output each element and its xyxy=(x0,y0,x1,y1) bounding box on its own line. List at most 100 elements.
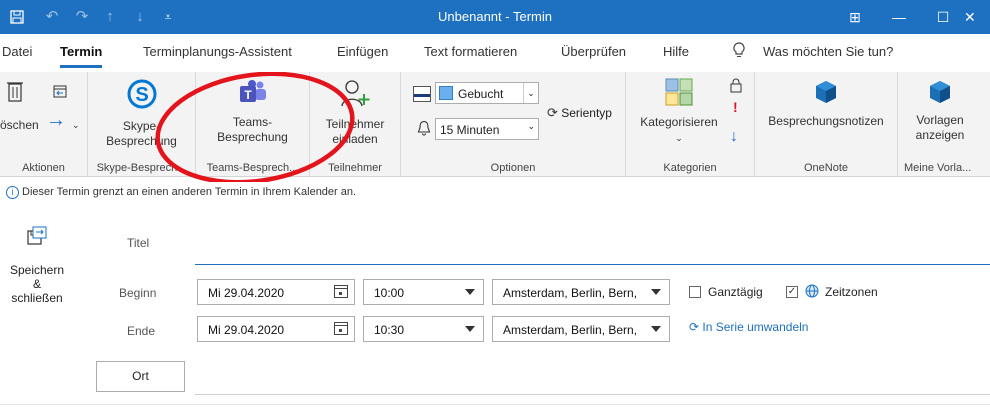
info-message: Dieser Termin grenzt an einen anderen Te… xyxy=(22,186,357,198)
tab-hilfe[interactable]: Hilfe xyxy=(663,44,689,59)
location-button[interactable]: Ort xyxy=(96,361,185,392)
lock-icon[interactable] xyxy=(730,78,742,96)
start-time-field[interactable]: 10:00 xyxy=(363,279,484,305)
tab-datei[interactable]: Datei xyxy=(2,44,32,59)
make-recurring-label: In Serie umwandeln xyxy=(702,320,809,334)
bell-icon xyxy=(417,120,431,139)
skype-icon: S xyxy=(88,78,195,114)
group-label-kategorien: Kategorien xyxy=(663,162,717,174)
svg-text:T: T xyxy=(244,88,252,102)
templates-line2: anzeigen xyxy=(915,128,965,142)
tell-me-search[interactable]: Was möchten Sie tun? xyxy=(763,44,893,59)
group-onenote: Besprechungsnotizen OneNote xyxy=(755,72,898,176)
close-button[interactable]: ✕ xyxy=(964,0,990,34)
invite-attendees-button[interactable]: Teilnehmer einladen xyxy=(310,78,400,147)
group-optionen: Gebucht ⌄ 15 Minuten ⌄ ⟳ Serientyp Optio… xyxy=(401,72,626,176)
ribbon-display-options-icon[interactable]: ⊞ xyxy=(832,0,878,34)
svg-text:S: S xyxy=(135,84,148,106)
location-field[interactable] xyxy=(195,354,990,395)
save-close-line3: schließen xyxy=(11,291,63,305)
group-aktionen: öschen → ⌄ Aktionen xyxy=(0,72,88,176)
view-templates-button[interactable]: Vorlagen anzeigen xyxy=(898,80,982,143)
tab-einfuegen[interactable]: Einfügen xyxy=(337,44,388,59)
calendar-icon[interactable] xyxy=(334,322,348,335)
high-importance-icon[interactable]: ! xyxy=(733,99,738,115)
title-label: Titel xyxy=(127,236,150,250)
chevron-down-icon[interactable] xyxy=(465,326,475,332)
group-skype: S Skype- Besprechung Skype-Besprech... xyxy=(88,72,196,176)
tab-termin[interactable]: Termin xyxy=(60,44,103,68)
start-date-field[interactable]: Mi 29.04.2020 xyxy=(197,279,355,305)
meeting-notes-label: Besprechungsnotizen xyxy=(768,114,884,128)
save-close-line1: Speichern xyxy=(9,263,65,277)
menu-bar: Datei Termin Terminplanungs-Assistent Ei… xyxy=(0,34,990,73)
divider xyxy=(0,404,990,405)
make-recurring-link[interactable]: ⟳ In Serie umwandeln xyxy=(689,320,808,334)
ribbon: öschen → ⌄ Aktionen S Skype- Besprechung… xyxy=(0,72,990,182)
chevron-down-icon[interactable] xyxy=(651,326,661,332)
onenote-icon xyxy=(755,80,897,108)
end-timezone-field[interactable]: Amsterdam, Berlin, Bern, xyxy=(492,316,670,342)
chevron-down-icon[interactable]: ⌄ xyxy=(72,118,80,133)
reminder-value: 15 Minuten xyxy=(440,123,500,137)
minimize-button[interactable]: — xyxy=(876,0,922,34)
start-label: Beginn xyxy=(119,286,157,300)
reminder-dropdown[interactable]: 15 Minuten ⌄ xyxy=(435,118,539,140)
maximize-button[interactable]: ☐ xyxy=(920,0,966,34)
teilnehmer-button-line1: Teilnehmer xyxy=(325,117,385,131)
timezones-checkbox[interactable]: ✓ xyxy=(786,286,798,298)
end-timezone-value: Amsterdam, Berlin, Bern, xyxy=(503,323,638,337)
end-date-field[interactable]: Mi 29.04.2020 xyxy=(197,316,355,342)
start-timezone-value: Amsterdam, Berlin, Bern, xyxy=(503,286,638,300)
chevron-down-icon[interactable]: ⌄ xyxy=(523,83,538,103)
tab-terminplanungs-assistent[interactable]: Terminplanungs-Assistent xyxy=(143,44,292,59)
start-time-value: 10:00 xyxy=(374,286,405,300)
end-time-value: 10:30 xyxy=(374,323,405,337)
end-label: Ende xyxy=(127,324,156,338)
group-label-onenote: OneNote xyxy=(803,162,849,174)
templates-line1: Vorlagen xyxy=(916,113,964,127)
teams-icon: T xyxy=(196,80,309,110)
group-label-aktionen: Aktionen xyxy=(22,162,65,174)
delete-button[interactable]: öschen xyxy=(0,118,39,133)
low-importance-icon[interactable]: ↓ xyxy=(730,128,738,146)
start-timezone-field[interactable]: Amsterdam, Berlin, Bern, xyxy=(492,279,670,305)
save-close-icon xyxy=(27,226,47,249)
group-label-optionen: Optionen xyxy=(490,162,536,174)
skype-meeting-button[interactable]: S Skype- Besprechung xyxy=(88,78,195,149)
allday-label: Ganztägig xyxy=(708,285,763,299)
chevron-down-icon[interactable] xyxy=(651,289,661,295)
group-teilnehmer: Teilnehmer einladen Teilnehmer xyxy=(310,72,401,176)
delete-icon[interactable] xyxy=(6,80,24,106)
categorize-icon xyxy=(630,78,728,110)
group-label-teilnehmer: Teilnehmer xyxy=(328,162,382,174)
teilnehmer-button-line2: einladen xyxy=(332,132,378,146)
add-person-icon xyxy=(310,78,400,112)
group-label-skype: Skype-Besprech... xyxy=(96,162,187,174)
calendar-arrow-icon[interactable] xyxy=(52,84,68,102)
title-bar: ↶ ↷ ↑ ↓ ⩡ Unbenannt - Termin ⊞ — ☐ ✕ xyxy=(0,0,990,34)
tab-ueberpruefen[interactable]: Überprüfen xyxy=(561,44,626,59)
show-as-value: Gebucht xyxy=(458,87,504,101)
calendar-icon[interactable] xyxy=(334,285,348,298)
save-close-button[interactable]: Speichern & schließen xyxy=(3,218,71,328)
recurrence-button[interactable]: ⟳ Serientyp xyxy=(547,105,612,121)
start-date-value: Mi 29.04.2020 xyxy=(208,286,285,300)
group-kategorien: Kategorisieren ⌄ ! ↓ Kategorien xyxy=(626,72,755,176)
group-label-teams: Teams-Besprech... xyxy=(206,162,299,174)
templates-icon xyxy=(898,80,982,108)
teams-meeting-button[interactable]: T Teams- Besprechung xyxy=(196,80,309,145)
chevron-down-icon[interactable] xyxy=(465,289,475,295)
end-time-field[interactable]: 10:30 xyxy=(363,316,484,342)
chevron-down-icon[interactable]: ⌄ xyxy=(675,133,683,143)
categorize-button[interactable]: Kategorisieren ⌄ xyxy=(630,78,728,146)
show-as-dropdown[interactable]: Gebucht ⌄ xyxy=(435,82,539,104)
allday-checkbox[interactable] xyxy=(689,286,701,298)
forward-button[interactable]: → xyxy=(46,110,66,130)
categorize-label: Kategorisieren xyxy=(640,115,718,129)
save-close-line2: & xyxy=(32,277,41,291)
tab-text-formatieren[interactable]: Text formatieren xyxy=(424,44,517,59)
title-field[interactable] xyxy=(195,228,990,265)
meeting-notes-button[interactable]: Besprechungsnotizen xyxy=(755,80,897,129)
chevron-down-icon[interactable]: ⌄ xyxy=(527,121,535,132)
